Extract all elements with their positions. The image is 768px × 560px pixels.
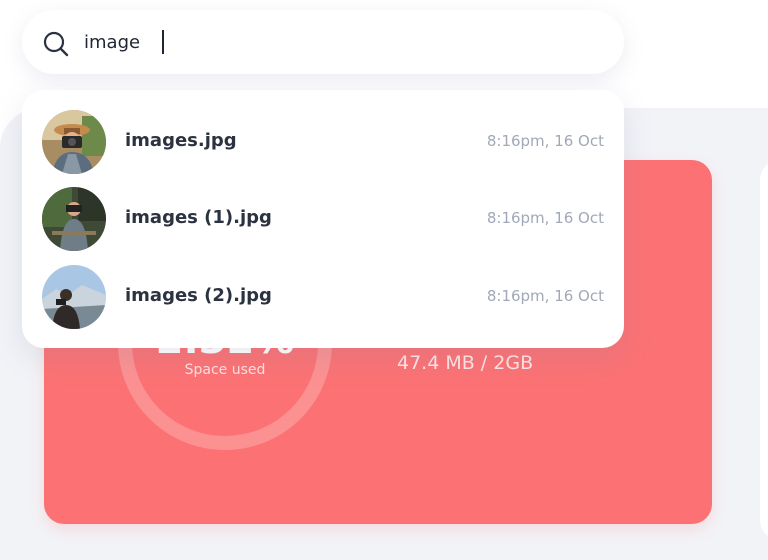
photo-thumbnail-icon	[42, 187, 106, 251]
search-result-item[interactable]: images (2).jpg 8:16pm, 16 Oct	[22, 257, 624, 335]
search-result-item[interactable]: images (1).jpg 8:16pm, 16 Oct	[22, 179, 624, 257]
file-name: images (1).jpg	[125, 207, 272, 228]
storage-usage-text: 47.4 MB / 2GB	[397, 352, 534, 374]
space-used-label: Space used	[184, 362, 266, 378]
file-name: images.jpg	[125, 130, 237, 151]
search-results-dropdown: images.jpg 8:16pm, 16 Oct images (1).jpg…	[22, 90, 624, 348]
search-input[interactable]	[84, 28, 564, 56]
side-panel	[760, 160, 768, 540]
file-timestamp: 8:16pm, 16 Oct	[486, 209, 604, 227]
file-timestamp: 8:16pm, 16 Oct	[486, 287, 604, 305]
search-bar[interactable]	[22, 10, 624, 74]
file-name: images (2).jpg	[125, 285, 272, 306]
file-timestamp: 8:16pm, 16 Oct	[486, 132, 604, 150]
text-caret	[162, 30, 164, 54]
photo-thumbnail-icon	[42, 265, 106, 329]
search-icon[interactable]	[42, 30, 70, 58]
photo-thumbnail-icon	[42, 110, 106, 174]
search-result-item[interactable]: images.jpg 8:16pm, 16 Oct	[22, 102, 624, 180]
